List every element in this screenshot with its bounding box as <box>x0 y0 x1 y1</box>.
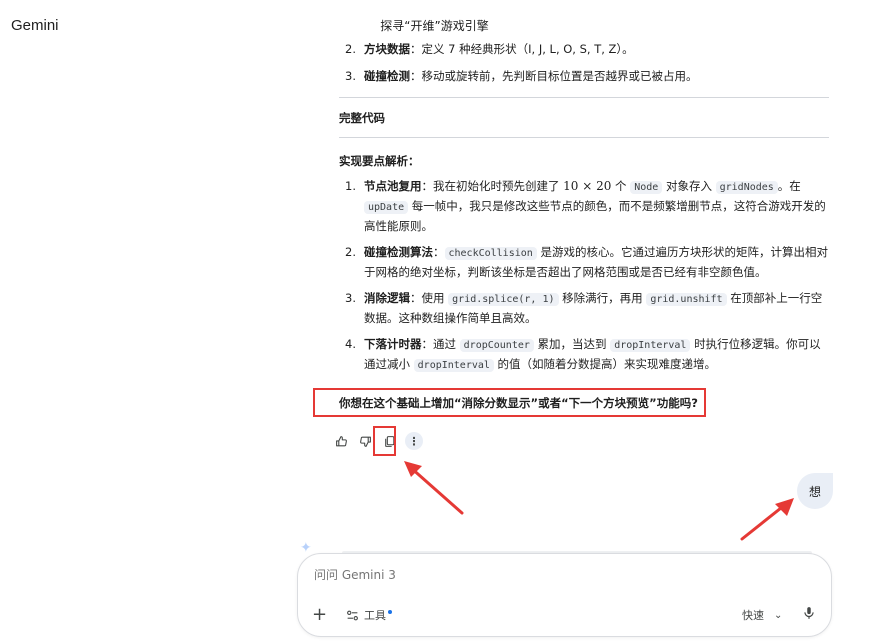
list-number: 1. <box>345 179 356 193</box>
list-number: 2. <box>345 245 356 259</box>
prompt-composer: + 工具 快速 ⌄ <box>297 553 832 637</box>
add-button[interactable]: + <box>312 604 327 625</box>
term: 方块数据 <box>364 42 410 56</box>
tools-icon <box>347 610 358 620</box>
inline-code: dropInterval <box>610 339 691 352</box>
item-text: ： <box>433 245 445 259</box>
term: 碰撞检测 <box>364 69 410 83</box>
item-text: 移除满行，再用 <box>558 291 647 305</box>
model-mode-selector[interactable]: 快速 ⌄ <box>742 607 782 623</box>
points-list: 1. 节点池复用：我在初始化时预先创建了 10 × 20 个 Node 对象存入… <box>339 177 829 375</box>
chevron-down-icon: ⌄ <box>774 609 783 621</box>
more-options-button[interactable]: ⋮ <box>405 432 423 450</box>
math-expression: 10 × 20 <box>563 179 612 193</box>
inline-code: grid.unshift <box>646 293 727 306</box>
item-text: ：定义 7 种经典形状（I, J, L, O, S, T, Z）。 <box>410 42 634 56</box>
annotation-arrow-message <box>740 498 794 541</box>
more-vert-icon: ⋮ <box>408 434 420 448</box>
section-heading-full-code: 完整代码 <box>339 111 385 125</box>
list-item: 1. 节点池复用：我在初始化时预先创建了 10 × 20 个 Node 对象存入… <box>339 177 829 236</box>
thumbs-down-button[interactable] <box>355 431 375 451</box>
conversation-title[interactable]: 探寻“开维”游戏引擎 <box>0 17 869 34</box>
term: 下落计时器 <box>364 337 422 351</box>
list-item: 3. 碰撞检测：移动或旋转前，先判断目标位置是否越界或已被占用。 <box>339 67 829 86</box>
item-text: ：移动或旋转前，先判断目标位置是否越界或已被占用。 <box>410 69 698 83</box>
item-text: 累加，当达到 <box>533 337 611 351</box>
list-number: 3. <box>345 291 356 305</box>
item-text: 对象存入 <box>662 179 716 193</box>
annotation-arrow-copy <box>404 461 464 515</box>
divider <box>339 97 829 98</box>
microphone-icon[interactable] <box>802 605 816 621</box>
term: 节点池复用 <box>364 179 422 193</box>
list-item: 2. 方块数据：定义 7 种经典形状（I, J, L, O, S, T, Z）。 <box>339 40 829 59</box>
followup-question-text: 你想在这个基础上增加“消除分数显示”或者“下一个方块预览”功能吗? <box>339 395 698 410</box>
mode-label: 快速 <box>742 609 764 622</box>
divider <box>339 137 829 138</box>
list-number: 3. <box>345 69 356 83</box>
followup-question: 你想在这个基础上增加“消除分数显示”或者“下一个方块预览”功能吗? <box>313 388 706 417</box>
section-heading-points: 实现要点解析： <box>339 154 420 168</box>
plus-icon: + <box>312 604 328 625</box>
inline-code: gridNodes <box>715 181 778 194</box>
tools-label: 工具 <box>364 609 386 622</box>
new-indicator-dot <box>388 610 392 614</box>
steps-list-top: 2. 方块数据：定义 7 种经典形状（I, J, L, O, S, T, Z）。… <box>339 40 829 86</box>
inline-code: dropCounter <box>459 339 534 352</box>
thumbs-up-button[interactable] <box>331 431 351 451</box>
inline-code: upDate <box>364 201 409 214</box>
term: 消除逻辑 <box>364 291 410 305</box>
item-text: ：我在初始化时预先创建了 <box>421 179 564 193</box>
list-item: 2. 碰撞检测算法： checkCollision 是游戏的核心。它通过遍历方块形… <box>339 243 829 282</box>
list-number: 2. <box>345 42 356 56</box>
item-text: 个 <box>611 179 631 193</box>
list-item: 4. 下落计时器：通过 dropCounter 累加，当达到 dropInter… <box>339 335 829 375</box>
term: 碰撞检测算法 <box>364 245 433 259</box>
user-message-text: 想 <box>808 484 821 499</box>
thumb-down-icon <box>359 436 371 447</box>
prompt-input[interactable] <box>314 568 714 582</box>
item-text: 。在 <box>777 179 801 193</box>
inline-code: Node <box>630 181 663 194</box>
tools-button[interactable]: 工具 <box>346 607 392 623</box>
copy-button-highlight <box>373 426 396 456</box>
item-text: 每一帧中，我只是修改这些节点的颜色，而不是频繁增删节点，这符合游戏开发的高性能原… <box>364 199 826 233</box>
inline-code: grid.splice(r, 1) <box>448 293 559 306</box>
item-text: ：使用 <box>410 291 449 305</box>
thumb-up-icon <box>335 435 347 446</box>
inline-code: dropInterval <box>413 359 494 372</box>
inline-code: checkCollision <box>444 247 537 260</box>
item-text: 的值（如随着分数提高）来实现难度递增。 <box>493 357 717 371</box>
list-item: 3. 消除逻辑：使用 grid.splice(r, 1) 移除满行，再用 gri… <box>339 289 829 328</box>
gemini-sparkle-icon: ✦ <box>300 540 312 556</box>
list-number: 4. <box>345 337 356 351</box>
user-message-bubble: 想 <box>797 473 833 509</box>
response-content: 2. 方块数据：定义 7 种经典形状（I, J, L, O, S, T, Z）。… <box>339 40 829 375</box>
item-text: ：通过 <box>421 337 460 351</box>
